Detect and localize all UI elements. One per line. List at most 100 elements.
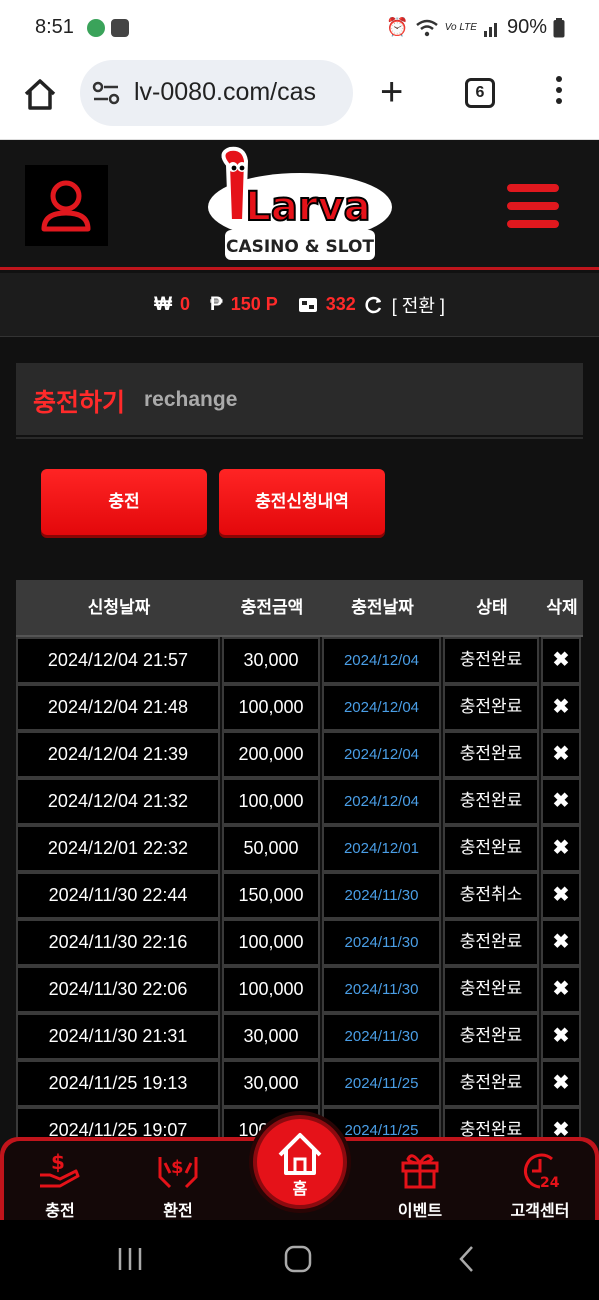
request-date-cell: 2024/11/30 22:16 <box>16 919 220 966</box>
charge-date-cell: 2024/11/25 <box>322 1060 441 1107</box>
charge-date-cell: 2024/12/04 <box>322 778 441 825</box>
nav-charge[interactable]: $ 충전 <box>10 1149 110 1221</box>
amount-cell: 30,000 <box>222 637 320 684</box>
status-cell: 충전완료 <box>443 637 539 684</box>
charge-hand-coin-icon: $ <box>40 1150 80 1188</box>
home-system-icon[interactable] <box>283 1244 313 1274</box>
request-date-cell: 2024/11/30 21:31 <box>16 1013 220 1060</box>
back-icon[interactable] <box>452 1244 482 1274</box>
table-row: 2024/11/30 22:16 100,000 2024/11/30 충전완료 ✖ <box>16 919 583 966</box>
delete-icon[interactable]: ✖ <box>541 684 581 731</box>
delete-icon[interactable]: ✖ <box>541 872 581 919</box>
recent-apps-icon[interactable] <box>115 1244 145 1274</box>
new-tab-icon[interactable]: + <box>380 72 403 112</box>
chip-icon <box>298 297 317 312</box>
nav-support[interactable]: 24 고객센터 <box>490 1149 590 1221</box>
table-row: 2024/11/30 21:31 30,000 2024/11/30 충전완료 ✖ <box>16 1013 583 1060</box>
request-date-cell: 2024/11/30 22:06 <box>16 966 220 1013</box>
charge-date-cell: 2024/11/30 <box>322 872 441 919</box>
support-badge: 24 <box>540 1175 560 1189</box>
charge-date-cell: 2024/12/04 <box>322 637 441 684</box>
logo-wordmark: Larva <box>245 184 370 230</box>
browser-home-icon[interactable] <box>22 76 58 112</box>
table-header: 신청날짜 충전금액 충전날짜 상태 삭제 <box>16 580 583 637</box>
refresh-icon[interactable] <box>364 295 384 315</box>
delete-icon[interactable]: ✖ <box>541 731 581 778</box>
table-row: 2024/12/04 21:57 30,000 2024/12/04 충전완료 ✖ <box>16 637 583 684</box>
delete-icon[interactable]: ✖ <box>541 919 581 966</box>
home-icon <box>278 1133 322 1175</box>
table-row: 2024/12/01 22:32 50,000 2024/12/01 충전완료 ✖ <box>16 825 583 872</box>
signal-icon <box>483 22 497 37</box>
battery-percent: 90% <box>506 16 547 38</box>
charge-history-button[interactable]: 충전신청내역 <box>219 469 385 535</box>
table-body: 2024/12/04 21:57 30,000 2024/12/04 충전완료 ✖ 202… <box>16 637 583 1154</box>
delete-icon[interactable]: ✖ <box>541 1013 581 1060</box>
col-charge-date: 충전날짜 <box>351 598 414 618</box>
amount-cell: 50,000 <box>222 825 320 872</box>
chip-balance: 332 <box>325 294 356 314</box>
request-date-cell: 2024/11/25 19:13 <box>16 1060 220 1107</box>
browser-menu-icon[interactable] <box>553 76 565 109</box>
table-row: 2024/11/30 22:44 150,000 2024/11/30 충전취소 ✖ <box>16 872 583 919</box>
balance-bar: ₩ 0 ₱ 150 P 332 [ 전환 ] <box>0 273 599 337</box>
volte-label: Vo LTE <box>444 22 477 33</box>
delete-icon[interactable]: ✖ <box>541 966 581 1013</box>
section-header: 충전하기 rechange <box>16 363 583 435</box>
table-row: 2024/11/25 19:13 30,000 2024/11/25 충전완료 ✖ <box>16 1060 583 1107</box>
col-status: 상태 <box>476 598 508 618</box>
hamburger-menu-icon[interactable] <box>507 184 559 228</box>
status-cell: 충전취소 <box>443 872 539 919</box>
app-notification-icon <box>111 19 129 37</box>
support-24h-icon: 24 <box>524 1153 560 1191</box>
point-balance: 150 P <box>230 294 278 314</box>
col-amount: 충전금액 <box>240 598 304 618</box>
amount-cell: 30,000 <box>222 1060 320 1107</box>
section-title-en: rechange <box>144 388 238 411</box>
charge-date-cell: 2024/11/30 <box>322 1013 441 1060</box>
nav-support-label: 고객센터 <box>510 1201 570 1220</box>
point-symbol: ₱ <box>210 293 223 315</box>
nav-home[interactable]: 홈 <box>253 1115 347 1209</box>
charge-button[interactable]: 충전 <box>41 469 207 535</box>
convert-button[interactable]: [ 전환 ] <box>392 292 445 318</box>
site-settings-icon[interactable] <box>92 80 120 106</box>
browser-toolbar: lv-0080.com/cas + 6 <box>0 58 599 140</box>
request-date-cell: 2024/12/04 21:48 <box>16 684 220 731</box>
status-cell: 충전완료 <box>443 731 539 778</box>
section-divider <box>16 437 583 439</box>
charge-history-table: 신청날짜 충전금액 충전날짜 상태 삭제 2024/12/04 21:57 30,… <box>16 580 583 1154</box>
alarm-icon: ⏰ <box>386 17 409 37</box>
nav-event[interactable]: 이벤트 <box>370 1149 470 1221</box>
request-date-cell: 2024/12/04 21:39 <box>16 731 220 778</box>
delete-icon[interactable]: ✖ <box>541 1060 581 1107</box>
amount-cell: 150,000 <box>222 872 320 919</box>
amount-cell: 100,000 <box>222 966 320 1013</box>
url-bar[interactable]: lv-0080.com/cas <box>80 60 353 126</box>
svg-text:$: $ <box>171 1157 184 1178</box>
exchange-hands-icon: $ <box>158 1157 198 1189</box>
url-text[interactable]: lv-0080.com/cas <box>134 78 344 107</box>
table-row: 2024/12/04 21:48 100,000 2024/12/04 충전완료 ✖ <box>16 684 583 731</box>
request-date-cell: 2024/12/01 22:32 <box>16 825 220 872</box>
user-button[interactable] <box>25 165 108 246</box>
charge-date-cell: 2024/12/04 <box>322 684 441 731</box>
charge-date-cell: 2024/12/04 <box>322 731 441 778</box>
delete-icon[interactable]: ✖ <box>541 778 581 825</box>
larva-logo[interactable]: Larva CASINO & SLOT <box>200 145 400 267</box>
status-cell: 충전완료 <box>443 684 539 731</box>
charge-date-cell: 2024/11/30 <box>322 966 441 1013</box>
status-cell: 충전완료 <box>443 1060 539 1107</box>
table-row: 2024/12/04 21:39 200,000 2024/12/04 충전완료 ✖ <box>16 731 583 778</box>
user-icon <box>41 180 91 232</box>
request-date-cell: 2024/11/30 22:44 <box>16 872 220 919</box>
table-row: 2024/12/04 21:32 100,000 2024/12/04 충전완료 ✖ <box>16 778 583 825</box>
nav-home-label: 홈 <box>292 1179 308 1198</box>
status-cell: 충전완료 <box>443 825 539 872</box>
delete-icon[interactable]: ✖ <box>541 825 581 872</box>
delete-icon[interactable]: ✖ <box>541 637 581 684</box>
nav-exchange-label: 환전 <box>163 1201 193 1220</box>
nav-exchange[interactable]: $ 환전 <box>128 1149 228 1221</box>
tab-count-button[interactable]: 6 <box>465 78 495 108</box>
logo-subtitle: CASINO & SLOT <box>226 237 374 257</box>
